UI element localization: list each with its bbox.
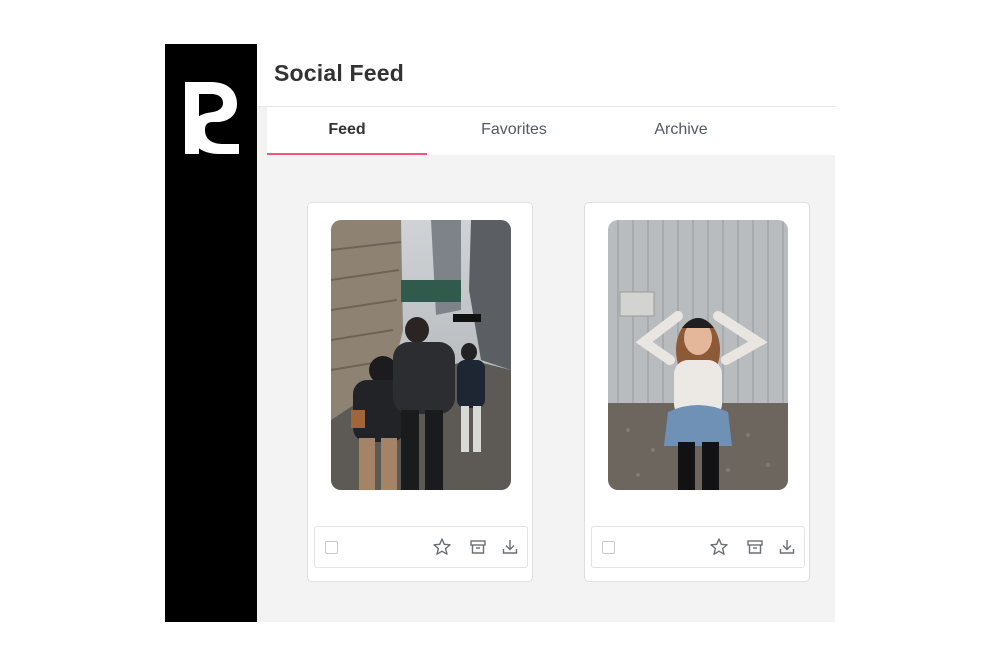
download-icon[interactable]	[777, 537, 797, 557]
app-window: Social Feed Feed Favorites Archive	[165, 44, 835, 622]
brand-logo-icon[interactable]	[183, 80, 243, 156]
select-checkbox[interactable]	[602, 541, 615, 554]
archive-icon[interactable]	[745, 537, 765, 557]
sidebar	[165, 44, 257, 622]
main-content: Social Feed Feed Favorites Archive	[257, 44, 835, 622]
tab-bar: Feed Favorites Archive	[267, 107, 835, 155]
tab-feed[interactable]: Feed	[267, 107, 427, 155]
post-image[interactable]	[331, 220, 511, 490]
post-action-bar	[591, 526, 805, 568]
archive-icon[interactable]	[468, 537, 488, 557]
post-card	[584, 202, 810, 582]
post-image[interactable]	[608, 220, 788, 490]
star-icon[interactable]	[432, 537, 452, 557]
post-action-bar	[314, 526, 528, 568]
header: Social Feed	[257, 44, 835, 107]
star-icon[interactable]	[709, 537, 729, 557]
select-checkbox[interactable]	[325, 541, 338, 554]
tab-archive[interactable]: Archive	[601, 107, 761, 155]
download-icon[interactable]	[500, 537, 520, 557]
page-title: Social Feed	[274, 60, 405, 86]
tab-favorites[interactable]: Favorites	[434, 107, 594, 155]
post-card	[307, 202, 533, 582]
